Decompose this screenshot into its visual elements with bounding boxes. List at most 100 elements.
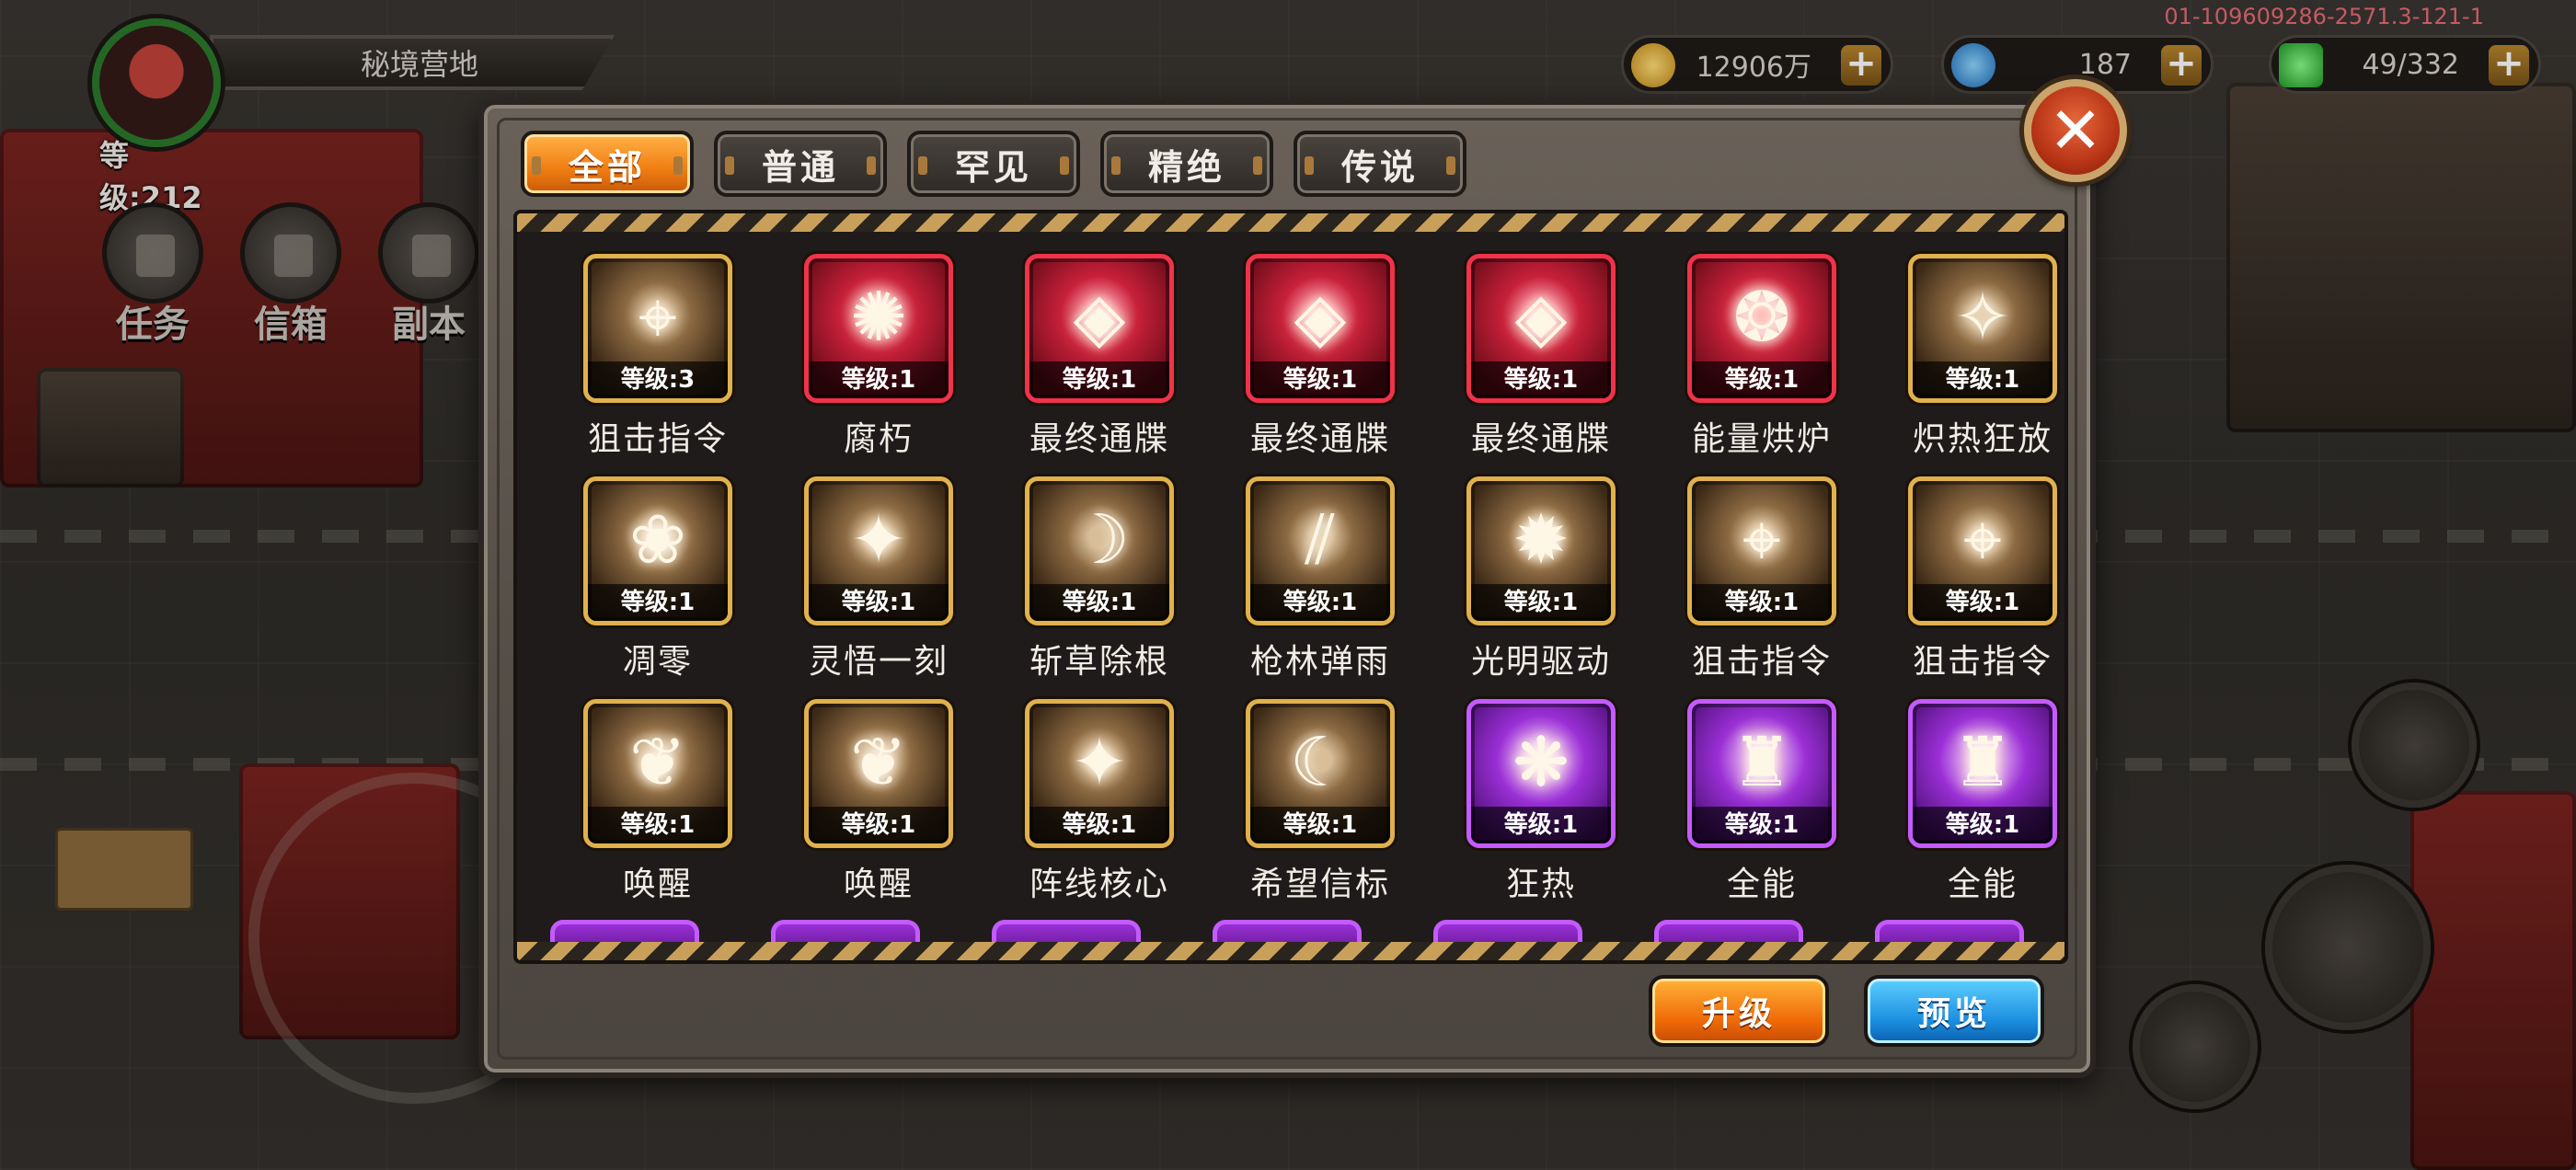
skill-item[interactable]: ☽ 等级:1 斩草除根 — [992, 476, 1176, 681]
skill-icon-card[interactable]: ❋ 等级:1 — [1466, 699, 1616, 848]
tab-legendary[interactable]: 传说 — [1294, 131, 1466, 197]
skill-item[interactable]: ◈ 等级:1 最终通牒 — [1433, 254, 1617, 458]
skill-icon: ⌖ — [638, 278, 677, 357]
skill-icon: ❀ — [628, 500, 686, 579]
skill-name: 最终通牒 — [1029, 420, 1169, 458]
skill-item[interactable]: ⫽ 等级:1 枪林弹雨 — [1213, 476, 1397, 681]
upgrade-button[interactable]: 升级 — [1649, 975, 1829, 1047]
skill-icon: ☾ — [1289, 723, 1351, 802]
skill-icon-card[interactable]: ❦ 等级:1 — [583, 699, 732, 848]
skill-name: 狂热 — [1505, 866, 1576, 903]
skill-name: 唤醒 — [843, 866, 914, 903]
skill-icon-card[interactable]: ✦ 等级:1 — [1025, 699, 1174, 848]
skill-icon: ✹ — [1512, 500, 1570, 579]
skill-icon-card[interactable]: ⌖ 等级:1 — [1687, 476, 1836, 625]
skill-icon-card[interactable]: ❦ 等级:1 — [804, 699, 953, 848]
skill-name: 能量烘炉 — [1691, 420, 1832, 458]
skill-item[interactable]: ❋ 等级:1 狂热 — [1433, 699, 1617, 903]
skill-level: 等级:1 — [1029, 807, 1169, 843]
skill-icon-card[interactable]: ⌖ 等级:3 — [583, 254, 732, 403]
skill-level: 等级:1 — [1029, 361, 1169, 398]
skill-item[interactable]: ✺ 等级:1 腐朽 — [771, 254, 955, 458]
tab-common[interactable]: 普通 — [714, 131, 887, 197]
skill-icon-card[interactable]: ☽ 等级:1 — [1025, 476, 1174, 625]
skill-icon: ◈ — [1514, 278, 1568, 357]
skill-name: 全能 — [1726, 866, 1797, 903]
skill-icon-card[interactable]: ♜ 等级:1 — [1687, 699, 1836, 848]
skill-item[interactable]: ⌖ 等级:1 狙击指令 — [1875, 476, 2059, 681]
skill-icon-card[interactable]: ◈ 等级:1 — [1246, 254, 1395, 403]
hazard-stripe-bottom — [517, 942, 2064, 960]
preview-button[interactable]: 预览 — [1864, 975, 2044, 1047]
skill-icon-card[interactable]: ◈ 等级:1 — [1025, 254, 1174, 403]
skill-name: 狙击指令 — [587, 420, 728, 458]
skill-name: 凋零 — [622, 643, 693, 681]
skill-icon: ✦ — [1070, 723, 1128, 802]
skill-item[interactable]: ✦ 等级:1 阵线核心 — [992, 699, 1176, 903]
skill-item[interactable]: ✹ 等级:1 光明驱动 — [1433, 476, 1617, 681]
skill-name: 光明驱动 — [1470, 643, 1611, 681]
skill-item[interactable]: ❦ 等级:1 唤醒 — [550, 699, 734, 903]
skill-icon: ♜ — [1951, 723, 2014, 802]
skill-level: 等级:1 — [1471, 361, 1611, 398]
tab-all[interactable]: 全部 — [521, 131, 694, 197]
skill-level: 等级:1 — [809, 807, 949, 843]
skill-name: 狙击指令 — [1691, 643, 1832, 681]
skill-level: 等级:1 — [1692, 584, 1832, 621]
skill-level: 等级:1 — [1471, 807, 1611, 843]
skill-icon: ◈ — [1294, 278, 1347, 357]
skill-name: 狙击指令 — [1912, 643, 2053, 681]
skill-name: 灵悟一刻 — [808, 643, 949, 681]
skill-item[interactable]: ◈ 等级:1 最终通牒 — [1213, 254, 1397, 458]
skill-item[interactable]: ✦ 等级:1 灵悟一刻 — [771, 476, 955, 681]
skill-icon: ❋ — [1512, 723, 1570, 802]
skill-icon-card[interactable]: ✦ 等级:1 — [804, 476, 953, 625]
skill-name: 最终通牒 — [1470, 420, 1611, 458]
skill-level: 等级:1 — [588, 807, 728, 843]
skill-item[interactable]: ❦ 等级:1 唤醒 — [771, 699, 955, 903]
skill-item[interactable]: ◈ 等级:1 最终通牒 — [992, 254, 1176, 458]
skill-icon-card[interactable]: ✧ 等级:1 — [1908, 254, 2057, 403]
skill-icon-card[interactable]: ⫽ 等级:1 — [1246, 476, 1395, 625]
close-button[interactable]: ✕ — [2024, 79, 2127, 182]
skill-icon-card[interactable]: ✹ 等级:1 — [1466, 476, 1616, 625]
skill-name: 阵线核心 — [1029, 866, 1169, 903]
skill-icon: ❦ — [849, 723, 907, 802]
skill-level: 等级:1 — [1471, 584, 1611, 621]
skill-icon: ✦ — [849, 500, 907, 579]
skill-level: 等级:1 — [1029, 584, 1169, 621]
hazard-stripe-top — [517, 213, 2064, 232]
skill-icon-card[interactable]: ♜ 等级:1 — [1908, 699, 2057, 848]
skill-item[interactable]: ♜ 等级:1 全能 — [1654, 699, 1838, 903]
skill-icon-card[interactable]: ☾ 等级:1 — [1246, 699, 1395, 848]
skill-item[interactable]: ☾ 等级:1 希望信标 — [1213, 699, 1397, 903]
skill-item[interactable]: ♜ 等级:1 全能 — [1875, 699, 2059, 903]
skill-icon: ❂ — [1732, 278, 1790, 357]
skill-icon: ◈ — [1073, 278, 1126, 357]
skill-name: 斩草除根 — [1029, 643, 1169, 681]
tab-rare[interactable]: 罕见 — [907, 131, 1080, 197]
skill-grid-panel[interactable]: ⌖ 等级:3 狙击指令 ✺ 等级:1 腐朽 ◈ 等级:1 最终通牒 ◈ 等级:1 最终通牒 ◈ 等级:1 最… — [513, 210, 2068, 964]
skill-level: 等级:1 — [809, 361, 949, 398]
skill-icon-card[interactable]: ❀ 等级:1 — [583, 476, 732, 625]
skill-item[interactable]: ⌖ 等级:3 狙击指令 — [550, 254, 734, 458]
skill-icon-card[interactable]: ✺ 等级:1 — [804, 254, 953, 403]
close-icon: ✕ — [2048, 93, 2103, 168]
skill-level: 等级:1 — [1250, 584, 1390, 621]
skill-level: 等级:1 — [1913, 361, 2053, 398]
skill-name: 全能 — [1947, 866, 2018, 903]
skill-icon-card[interactable]: ◈ 等级:1 — [1466, 254, 1616, 403]
skill-icon-card[interactable]: ❂ 等级:1 — [1687, 254, 1836, 403]
skill-icon-card[interactable]: ⌖ 等级:1 — [1908, 476, 2057, 625]
skill-item[interactable]: ❂ 等级:1 能量烘炉 — [1654, 254, 1838, 458]
skill-icon: ♜ — [1731, 723, 1793, 802]
skill-item[interactable]: ❀ 等级:1 凋零 — [550, 476, 734, 681]
skill-name: 枪林弹雨 — [1249, 643, 1390, 681]
skill-level: 等级:1 — [1692, 361, 1832, 398]
skill-level: 等级:1 — [1250, 807, 1390, 843]
skill-level: 等级:1 — [1913, 584, 2053, 621]
skill-name: 腐朽 — [843, 420, 914, 458]
skill-item[interactable]: ⌖ 等级:1 狙击指令 — [1654, 476, 1838, 681]
tab-epic[interactable]: 精绝 — [1100, 131, 1273, 197]
skill-item[interactable]: ✧ 等级:1 炽热狂放 — [1875, 254, 2059, 458]
